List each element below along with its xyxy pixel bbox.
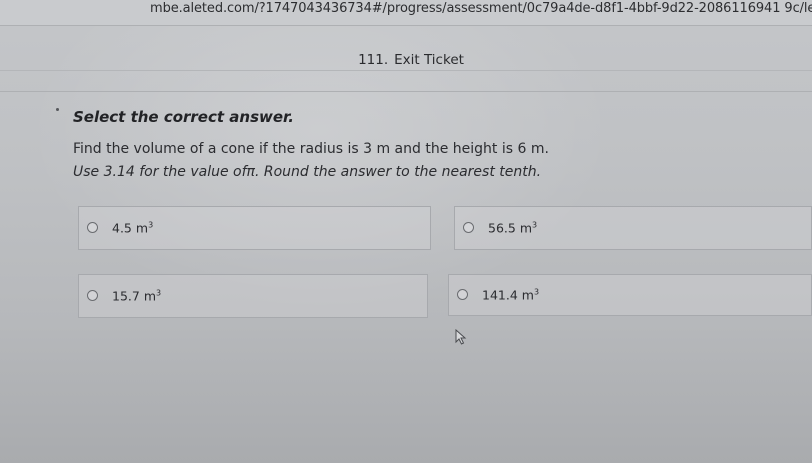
answer-exponent: 3 — [532, 220, 538, 230]
question-prompt: Select the correct answer. — [73, 108, 294, 126]
question-instruction: Use 3.14 for the value ofπ. Round the an… — [73, 164, 542, 180]
radio-button-icon[interactable] — [87, 290, 98, 301]
question-text: Find the volume of a cone if the radius … — [73, 141, 549, 157]
answer-choice-a[interactable]: 4.5 m3 — [78, 206, 431, 250]
answer-choice-label: 4.5 m3 — [112, 221, 153, 236]
answer-value: 15.7 — [112, 288, 140, 304]
answer-exponent: 3 — [148, 220, 154, 230]
answer-choice-c[interactable]: 15.7 m3 — [78, 274, 428, 318]
answer-exponent: 3 — [156, 288, 162, 298]
radio-button-icon[interactable] — [457, 289, 468, 300]
radio-button-icon[interactable] — [87, 222, 98, 233]
bullet-dot-icon — [56, 108, 59, 111]
answer-choice-label: 141.4 m3 — [482, 288, 539, 303]
ticket-label: Exit Ticket — [394, 52, 464, 68]
ticket-number: 111. — [358, 52, 389, 68]
answer-value: 56.5 — [488, 220, 516, 236]
answer-choice-d[interactable]: 141.4 m3 — [448, 274, 812, 316]
answer-choice-label: 15.7 m3 — [112, 289, 161, 304]
answer-unit: m — [135, 220, 149, 236]
header-divider — [0, 70, 812, 71]
answer-unit: m — [521, 287, 534, 303]
answer-choice-b[interactable]: 56.5 m3 — [454, 206, 812, 250]
answer-unit: m — [143, 288, 157, 304]
answer-exponent: 3 — [533, 287, 540, 297]
radio-button-icon[interactable] — [463, 222, 474, 233]
page-title: 111. Exit Ticket — [0, 52, 812, 68]
answer-unit: m — [519, 220, 533, 236]
url-text[interactable]: mbe.aleted.com/?1747043436734#/progress/… — [150, 1, 812, 16]
answer-value: 4.5 — [112, 220, 132, 236]
mouse-pointer-icon — [455, 329, 467, 345]
browser-address-bar[interactable]: mbe.aleted.com/?1747043436734#/progress/… — [0, 0, 812, 26]
answer-choice-label: 56.5 m3 — [488, 221, 537, 236]
answer-value: 141.4 — [482, 287, 518, 303]
